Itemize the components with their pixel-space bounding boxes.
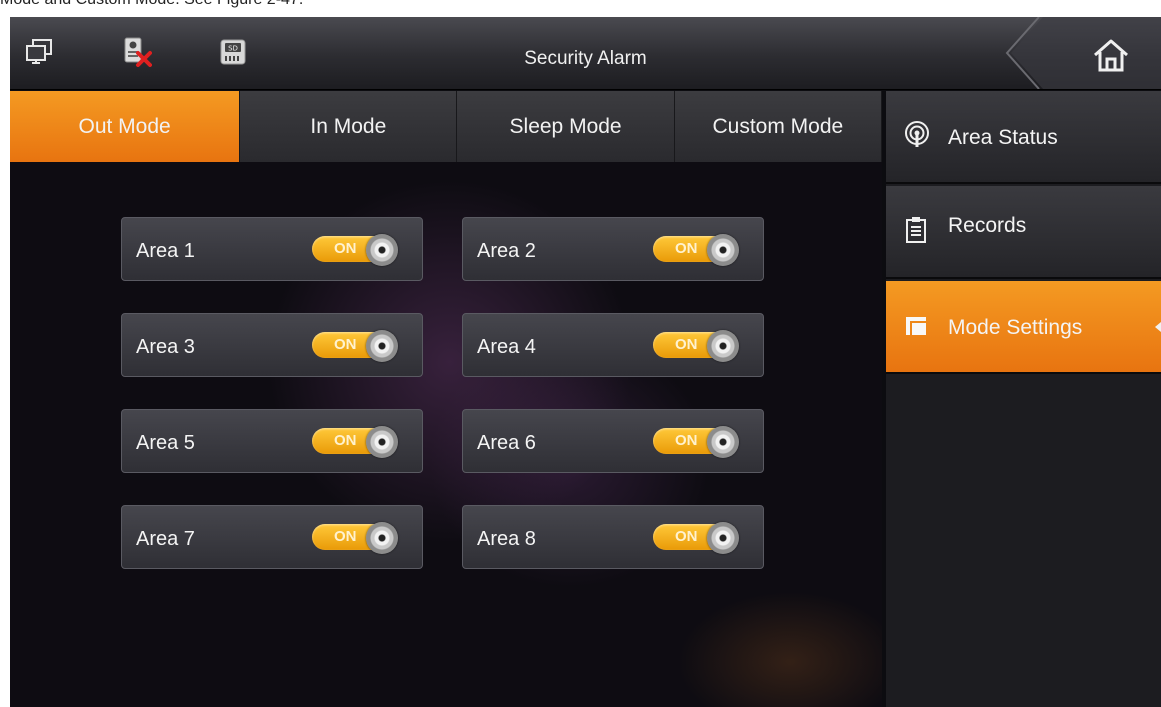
sidebar-item-records[interactable]: Records [886, 186, 1161, 279]
area-label: Area 7 [136, 528, 195, 550]
area-card: Area 6 ON [462, 409, 764, 473]
device-screen: SD Security Alarm Out Mode In Mode Sleep… [10, 17, 1161, 707]
area-label: Area 4 [477, 336, 536, 358]
chevron-left-icon [1155, 317, 1161, 337]
toggle-knob[interactable] [366, 426, 398, 458]
mode-tabs: Out Mode In Mode Sleep Mode Custom Mode [10, 91, 882, 162]
toggle-knob[interactable] [366, 330, 398, 362]
toggle-state-text: ON [675, 240, 698, 257]
toggle-state-text: ON [334, 528, 357, 545]
clipboard-icon [904, 216, 930, 244]
toggle-state-text: ON [675, 528, 698, 545]
layers-icon [904, 311, 930, 339]
toggle-state-text: ON [334, 432, 357, 449]
area-card: Area 7 ON [121, 505, 423, 569]
broadcast-icon [904, 121, 930, 149]
toggle-state-text: ON [675, 432, 698, 449]
top-bar: SD Security Alarm [10, 17, 1161, 90]
toggle-knob[interactable] [707, 330, 739, 362]
sidebar-item-mode-settings[interactable]: Mode Settings [886, 281, 1161, 374]
area-label: Area 6 [477, 432, 536, 454]
area-card: Area 8 ON [462, 505, 764, 569]
area-card: Area 2 ON [462, 217, 764, 281]
toggle-knob[interactable] [707, 522, 739, 554]
toggle-state-text: ON [334, 336, 357, 353]
area-label: Area 2 [477, 240, 536, 262]
sidebar-item-label: Records [948, 214, 1027, 237]
sidebar: Area Status Records Mode Settings [886, 91, 1161, 707]
tab-in-mode[interactable]: In Mode [240, 91, 458, 162]
toggle-knob[interactable] [707, 426, 739, 458]
sidebar-item-label: Area Status [948, 126, 1058, 149]
home-button-area [991, 17, 1161, 89]
sidebar-item-area-status[interactable]: Area Status [886, 91, 1161, 184]
area-label: Area 1 [136, 240, 195, 262]
tab-sleep-mode[interactable]: Sleep Mode [457, 91, 675, 162]
area-card: Area 3 ON [121, 313, 423, 377]
sidebar-item-label: Mode Settings [948, 316, 1083, 339]
area-toggle[interactable]: ON [653, 234, 751, 266]
home-icon[interactable] [1091, 37, 1131, 73]
area-card: Area 1 ON [121, 217, 423, 281]
area-toggle[interactable]: ON [653, 522, 751, 554]
toggle-knob[interactable] [366, 234, 398, 266]
area-toggle[interactable]: ON [312, 234, 410, 266]
toggle-state-text: ON [675, 336, 698, 353]
area-label: Area 8 [477, 528, 536, 550]
toggle-state-text: ON [334, 240, 357, 257]
area-label: Area 3 [136, 336, 195, 358]
area-panel: Area 1 ON Area 2 ON Area 3 ON Area 4 ON … [10, 162, 882, 707]
tab-custom-mode[interactable]: Custom Mode [674, 91, 882, 162]
area-label: Area 5 [136, 432, 195, 454]
area-toggle[interactable]: ON [312, 330, 410, 362]
tab-out-mode[interactable]: Out Mode [10, 91, 241, 162]
toggle-knob[interactable] [707, 234, 739, 266]
document-caption: Mode and Custom Mode. See Figure 2-47. [0, 0, 900, 10]
area-card: Area 4 ON [462, 313, 764, 377]
area-toggle[interactable]: ON [653, 330, 751, 362]
toggle-knob[interactable] [366, 522, 398, 554]
area-toggle[interactable]: ON [653, 426, 751, 458]
area-toggle[interactable]: ON [312, 522, 410, 554]
page-title: Security Alarm [524, 48, 647, 69]
area-toggle[interactable]: ON [312, 426, 410, 458]
area-card: Area 5 ON [121, 409, 423, 473]
